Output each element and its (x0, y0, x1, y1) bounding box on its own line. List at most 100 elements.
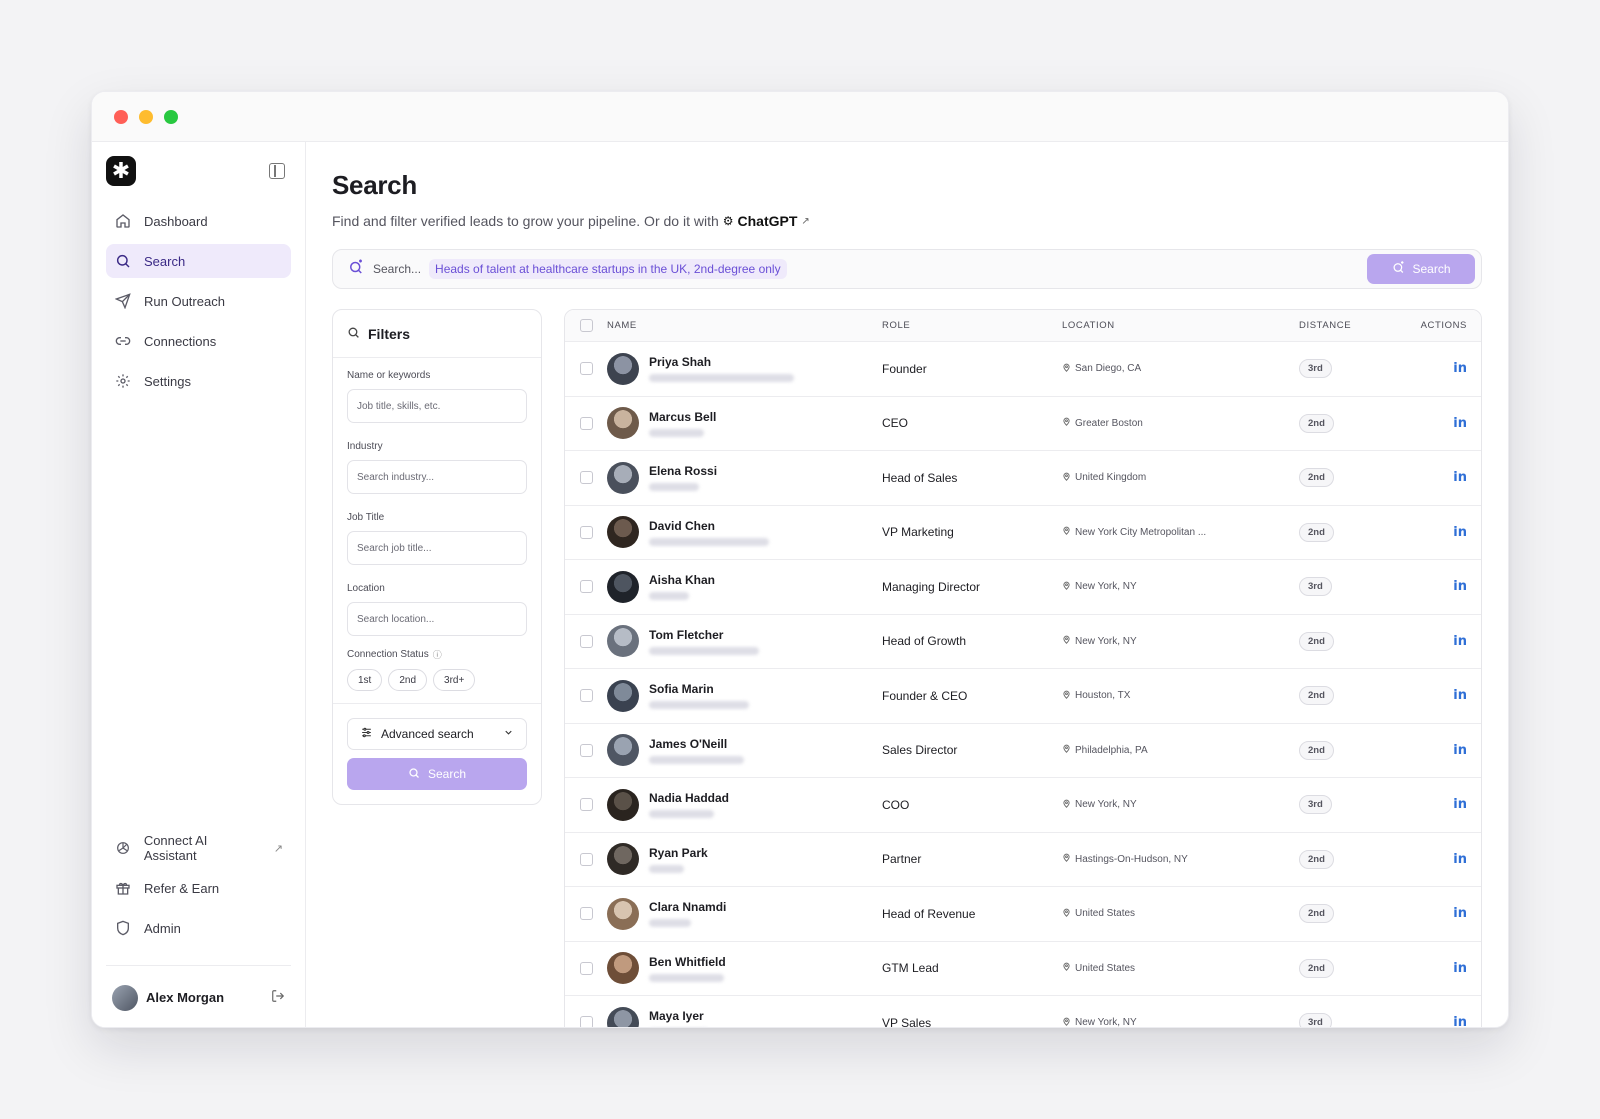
distance-cell: 2nd (1299, 686, 1394, 706)
sidebar-item-dashboard[interactable]: Dashboard (106, 204, 291, 238)
name-keywords-input[interactable]: Job title, skills, etc. (347, 389, 527, 423)
person-location: Philadelphia, PA (1062, 743, 1299, 757)
linkedin-icon[interactable]: in (1453, 961, 1467, 976)
connection-2nd-pill[interactable]: 2nd (388, 669, 428, 691)
connection-3rd-pill[interactable]: 3rd+ (433, 669, 476, 691)
chatgpt-link[interactable]: ⚙ ChatGPT ↗ (723, 213, 810, 229)
table-row[interactable]: Nadia Haddad COO New York, NY 3rd in (565, 778, 1481, 833)
linkedin-icon[interactable]: in (1453, 688, 1467, 703)
row-checkbox[interactable] (579, 525, 593, 539)
collapse-sidebar-icon[interactable] (269, 163, 285, 179)
sidebar-item-run-outreach[interactable]: Run Outreach (106, 284, 291, 318)
linkedin-icon[interactable]: in (1453, 1015, 1467, 1027)
filters-title: Filters (368, 325, 411, 342)
person-name[interactable]: Ben Whitfield (649, 955, 726, 969)
advanced-search-toggle[interactable]: Advanced search (347, 718, 527, 750)
search-submit-button[interactable]: Search (1367, 254, 1475, 284)
row-checkbox[interactable] (579, 580, 593, 594)
linkedin-icon[interactable]: in (1453, 416, 1467, 431)
row-checkbox[interactable] (579, 907, 593, 921)
row-checkbox[interactable] (579, 961, 593, 975)
person-name[interactable]: Priya Shah (649, 355, 794, 369)
app-logo[interactable]: ✱ (106, 156, 136, 186)
sidebar-item-search[interactable]: Search (106, 244, 291, 278)
distance-badge: 2nd (1299, 849, 1334, 869)
person-name[interactable]: Elena Rossi (649, 464, 717, 478)
person-name[interactable]: David Chen (649, 519, 769, 533)
table-row[interactable]: Ben Whitfield GTM Lead United States 2nd… (565, 942, 1481, 996)
linkedin-icon[interactable]: in (1453, 634, 1467, 649)
linkedin-icon[interactable]: in (1453, 525, 1467, 540)
table-row[interactable]: Elena Rossi Head of Sales United Kingdom… (565, 451, 1481, 506)
row-checkbox[interactable] (579, 416, 593, 430)
person-name[interactable]: Nadia Haddad (649, 791, 729, 805)
person-role: Partner (882, 852, 922, 867)
linkedin-icon[interactable]: in (1453, 906, 1467, 921)
select-all-checkbox[interactable] (579, 319, 593, 332)
person-text: Aisha Khan (649, 573, 715, 601)
minimize-window-button[interactable] (139, 109, 153, 124)
row-checkbox[interactable] (579, 743, 593, 757)
distance-cell: 2nd (1299, 522, 1394, 542)
location-input[interactable]: Search location... (347, 602, 527, 636)
person-text: Marcus Bell (649, 410, 716, 437)
person-name[interactable]: Sofia Marin (649, 682, 749, 696)
ai-search-bar[interactable]: Search... Heads of talent at healthcare … (332, 249, 1482, 289)
maximize-window-button[interactable] (164, 109, 178, 124)
table-row[interactable]: Tom Fletcher Head of Growth New York, NY… (565, 615, 1481, 669)
person-name[interactable]: James O'Neill (649, 737, 744, 751)
external-link-icon: ↗ (273, 842, 283, 855)
person-name[interactable]: Clara Nnamdi (649, 900, 726, 914)
distance-badge: 2nd (1299, 631, 1334, 651)
linkedin-icon[interactable]: in (1453, 852, 1467, 867)
row-checkbox[interactable] (579, 1016, 593, 1027)
location-text: Philadelphia, PA (1075, 744, 1148, 756)
row-checkbox[interactable] (579, 471, 593, 485)
person-name[interactable]: Tom Fletcher (649, 628, 759, 642)
table-row[interactable]: Sofia Marin Founder & CEO Houston, TX 2n… (565, 669, 1481, 724)
person-role: Head of Growth (882, 634, 967, 649)
person-name[interactable]: Ryan Park (649, 846, 708, 860)
logout-icon[interactable] (271, 989, 285, 1006)
linkedin-icon[interactable]: in (1453, 361, 1467, 376)
person-name[interactable]: Maya Iyer (649, 1009, 709, 1023)
distance-badge: 2nd (1299, 686, 1334, 706)
column-header-role[interactable]: ROLE (882, 320, 1062, 331)
table-row[interactable]: Aisha Khan Managing Director New York, N… (565, 560, 1481, 615)
job-title-input[interactable]: Search job title... (347, 531, 527, 565)
linkedin-icon[interactable]: in (1453, 579, 1467, 594)
linkedin-icon[interactable]: in (1453, 743, 1467, 758)
info-icon[interactable]: ⓘ (433, 648, 442, 661)
table-row[interactable]: David Chen VP Marketing New York City Me… (565, 506, 1481, 560)
row-checkbox[interactable] (579, 689, 593, 703)
user-profile[interactable]: Alex Morgan (106, 965, 291, 1027)
industry-input[interactable]: Search industry... (347, 460, 527, 494)
close-window-button[interactable] (114, 109, 128, 124)
sidebar-item-connections[interactable]: Connections (106, 324, 291, 358)
linkedin-icon[interactable]: in (1453, 797, 1467, 812)
person-name[interactable]: Marcus Bell (649, 410, 716, 424)
column-header-distance[interactable]: DISTANCE (1299, 320, 1394, 331)
column-header-location[interactable]: LOCATION (1062, 320, 1299, 331)
table-row[interactable]: Priya Shah Founder San Diego, CA 3rd in (565, 342, 1481, 397)
sidebar-item-settings[interactable]: Settings (106, 364, 291, 398)
sidebar-item-connect-ai-assistant[interactable]: Connect AI Assistant ↗ (106, 831, 291, 865)
sidebar-item-admin[interactable]: Admin (106, 911, 291, 945)
connection-1st-pill[interactable]: 1st (347, 669, 383, 691)
table-row[interactable]: Ryan Park Partner Hastings-On-Hudson, NY… (565, 833, 1481, 887)
sidebar-item-refer-earn[interactable]: Refer & Earn (106, 871, 291, 905)
table-row[interactable]: James O'Neill Sales Director Philadelphi… (565, 724, 1481, 778)
blurred-company (649, 646, 759, 655)
table-row[interactable]: Marcus Bell CEO Greater Boston 2nd in (565, 397, 1481, 451)
row-checkbox[interactable] (579, 852, 593, 866)
filters-search-button[interactable]: Search (347, 758, 527, 790)
row-checkbox[interactable] (579, 798, 593, 812)
linkedin-icon[interactable]: in (1453, 470, 1467, 485)
row-checkbox[interactable] (579, 362, 593, 376)
table-row[interactable]: Clara Nnamdi Head of Revenue United Stat… (565, 887, 1481, 942)
search-suggestion-chip[interactable]: Heads of talent at healthcare startups i… (429, 259, 787, 279)
person-name[interactable]: Aisha Khan (649, 573, 715, 587)
column-header-name[interactable]: NAME (607, 320, 882, 331)
row-checkbox[interactable] (579, 634, 593, 648)
table-row[interactable]: Maya Iyer VP Sales New York, NY 3rd in (565, 996, 1481, 1027)
